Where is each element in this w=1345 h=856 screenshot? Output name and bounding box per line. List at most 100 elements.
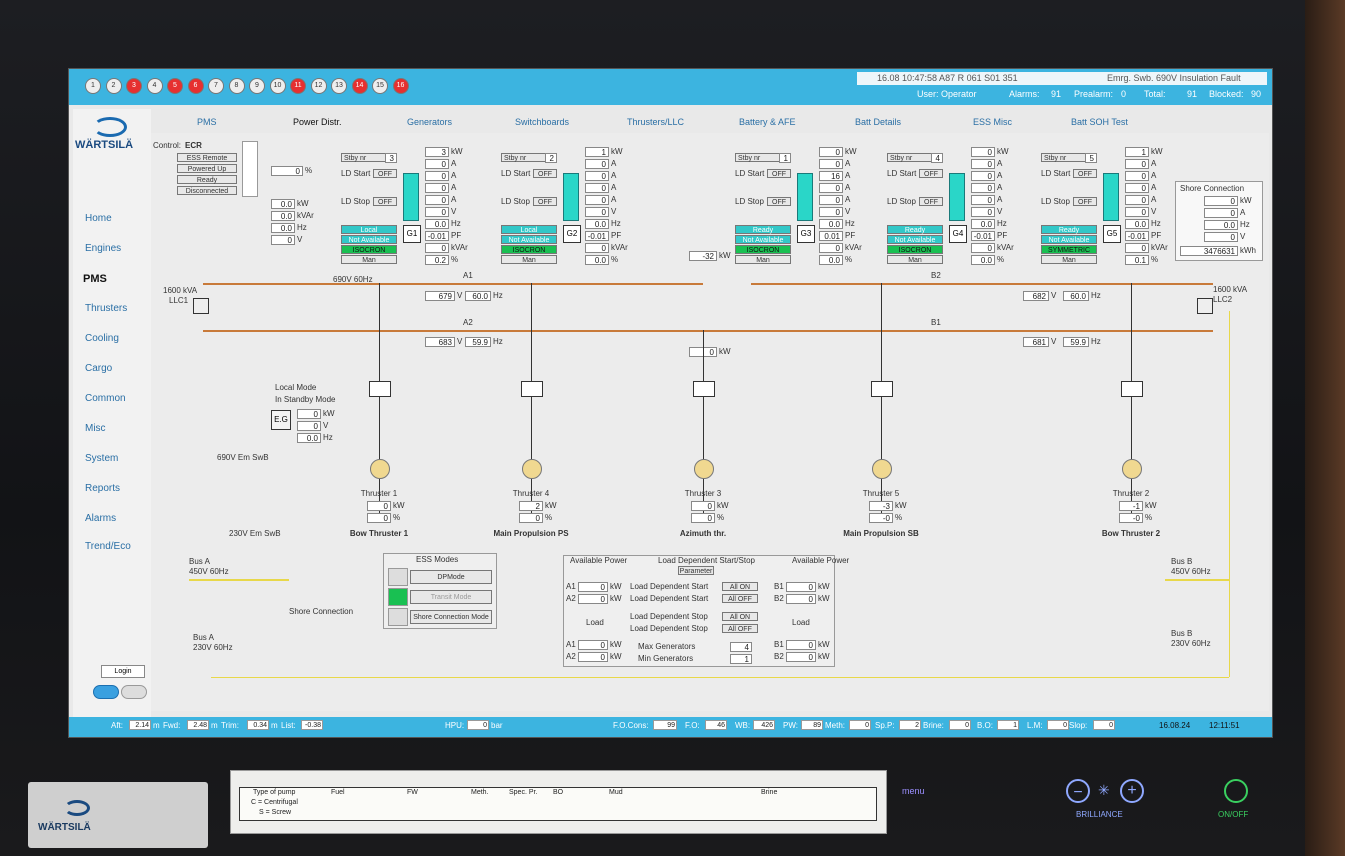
sidebar-item-thrusters[interactable]: Thrusters xyxy=(85,303,127,314)
brilliance-plus-icon[interactable]: + xyxy=(1120,779,1144,803)
standby-number[interactable]: 1 xyxy=(779,153,791,163)
alarm-group-11[interactable]: 11 xyxy=(290,78,306,94)
standby-number[interactable]: 4 xyxy=(931,153,943,163)
standby-number[interactable]: 3 xyxy=(385,153,397,163)
sidebar-item-common[interactable]: Common xyxy=(85,393,126,404)
alarm-group-16[interactable]: 16 xyxy=(392,78,409,94)
ld-stop-toggle[interactable]: OFF xyxy=(1073,197,1097,206)
alarm-group-14[interactable]: 14 xyxy=(351,78,368,94)
alarm-message[interactable]: 16.08 10:47:58 A87 R 061 S01 351 Emrg. S… xyxy=(857,72,1267,85)
tab-powerdistr[interactable]: Power Distr. xyxy=(293,117,342,127)
tab-battsohtest[interactable]: Batt SOH Test xyxy=(1071,117,1128,127)
thruster-3-propeller-icon[interactable] xyxy=(694,459,714,479)
alarm-group-12[interactable]: 12 xyxy=(310,78,327,94)
max-generators[interactable]: 4 xyxy=(730,642,752,652)
min-generators[interactable]: 1 xyxy=(730,654,752,664)
power-icon[interactable] xyxy=(1224,779,1248,803)
sidebar-item-home[interactable]: Home xyxy=(85,213,112,224)
menu-button[interactable]: menu xyxy=(902,786,925,796)
alarm-group-1[interactable]: 1 xyxy=(85,78,101,94)
manual-mode-button[interactable]: Man xyxy=(341,255,397,264)
engine-g5-icon[interactable] xyxy=(1103,173,1119,221)
llc1-icon[interactable] xyxy=(193,298,209,314)
control-mode-2[interactable]: Ready xyxy=(177,175,237,184)
sidebar-item-reports[interactable]: Reports xyxy=(85,483,120,494)
ld-start-all-off[interactable]: All OFF xyxy=(722,594,758,603)
sidebar-item-cooling[interactable]: Cooling xyxy=(85,333,119,344)
sidebar-item-engines[interactable]: Engines xyxy=(85,243,121,254)
alarm-group-7[interactable]: 7 xyxy=(208,78,224,94)
ld-start-toggle[interactable]: OFF xyxy=(533,169,557,178)
alarm-group-8[interactable]: 8 xyxy=(228,78,245,94)
manual-mode-button[interactable]: Man xyxy=(1041,255,1097,264)
alarm-group-10[interactable]: 10 xyxy=(269,78,286,94)
alarm-group-15[interactable]: 15 xyxy=(372,78,388,94)
alarm-group-5[interactable]: 5 xyxy=(167,78,183,94)
sidebar-item-alarms[interactable]: Alarms xyxy=(85,513,116,524)
sidebar-item-cargo[interactable]: Cargo xyxy=(85,363,112,374)
manual-mode-button[interactable]: Man xyxy=(887,255,943,264)
ld-stop-toggle[interactable]: OFF xyxy=(767,197,791,206)
tab-pms[interactable]: PMS xyxy=(197,117,217,127)
ld-start-toggle[interactable]: OFF xyxy=(373,169,397,178)
thruster-1-transformer-icon[interactable] xyxy=(369,381,391,397)
alarm-group-2[interactable]: 2 xyxy=(105,78,122,94)
tab-essmisc[interactable]: ESS Misc xyxy=(973,117,1012,127)
governor-mode[interactable]: ISOCRON xyxy=(735,245,791,254)
engine-g2-icon[interactable] xyxy=(563,173,579,221)
dp-mode-button[interactable]: DPMode xyxy=(410,570,492,584)
engine-g3-icon[interactable] xyxy=(797,173,813,221)
eg-standby-mode[interactable]: In Standby Mode xyxy=(275,395,335,404)
emergency-generator-icon[interactable]: E.G xyxy=(271,410,291,430)
generator-g5-icon[interactable]: G5 xyxy=(1103,225,1121,243)
alarm-group-6[interactable]: 6 xyxy=(187,78,204,94)
thruster-3-transformer-icon[interactable] xyxy=(693,381,715,397)
transit-mode-button[interactable]: Transit Mode xyxy=(410,590,492,604)
engine-g4-icon[interactable] xyxy=(949,173,965,221)
governor-mode[interactable]: ISOCRON xyxy=(341,245,397,254)
standby-number[interactable]: 5 xyxy=(1085,153,1097,163)
ld-stop-all-off[interactable]: All OFF xyxy=(722,624,758,633)
tab-batteryafe[interactable]: Battery & AFE xyxy=(739,117,796,127)
ld-start-all-on[interactable]: All ON xyxy=(722,582,758,591)
ld-stop-toggle[interactable]: OFF xyxy=(533,197,557,206)
alarm-group-4[interactable]: 4 xyxy=(146,78,163,94)
generator-g2-icon[interactable]: G2 xyxy=(563,225,581,243)
ld-stop-all-on[interactable]: All ON xyxy=(722,612,758,621)
control-mode-0[interactable]: ESS Remote xyxy=(177,153,237,162)
brilliance-minus-icon[interactable]: − xyxy=(1066,779,1090,803)
sidebar-item-pms[interactable]: PMS xyxy=(83,273,107,285)
thruster-5-propeller-icon[interactable] xyxy=(1122,459,1142,479)
tab-battdetails[interactable]: Batt Details xyxy=(855,117,901,127)
sidebar-item-trendeco[interactable]: Trend/Eco xyxy=(85,541,131,552)
shore-connection-mode-button[interactable]: Shore Connection Mode xyxy=(410,610,492,624)
governor-mode[interactable]: ISOCRON xyxy=(501,245,557,254)
parameter-button[interactable]: Parameter xyxy=(678,566,714,575)
sidebar-item-system[interactable]: System xyxy=(85,453,118,464)
thruster-4-transformer-icon[interactable] xyxy=(871,381,893,397)
tab-switchboards[interactable]: Switchboards xyxy=(515,117,569,127)
governor-mode[interactable]: SYMMETRIC xyxy=(1041,245,1097,254)
back-arrow-icon[interactable] xyxy=(93,685,119,699)
thruster-5-transformer-icon[interactable] xyxy=(1121,381,1143,397)
control-mode-3[interactable]: Disconnected xyxy=(177,186,237,195)
alarm-group-3[interactable]: 3 xyxy=(126,78,142,94)
ld-start-toggle[interactable]: OFF xyxy=(767,169,791,178)
control-mode-1[interactable]: Powered Up xyxy=(177,164,237,173)
generator-g1-icon[interactable]: G1 xyxy=(403,225,421,243)
thruster-1-propeller-icon[interactable] xyxy=(370,459,390,479)
sidebar-item-misc[interactable]: Misc xyxy=(85,423,106,434)
generator-g3-icon[interactable]: G3 xyxy=(797,225,815,243)
tab-generators[interactable]: Generators xyxy=(407,117,452,127)
ld-start-toggle[interactable]: OFF xyxy=(1073,169,1097,178)
alarm-group-9[interactable]: 9 xyxy=(249,78,265,94)
generator-g4-icon[interactable]: G4 xyxy=(949,225,967,243)
manual-mode-button[interactable]: Man xyxy=(501,255,557,264)
forward-arrow-icon[interactable] xyxy=(121,685,147,699)
engine-g1-icon[interactable] xyxy=(403,173,419,221)
llc2-icon[interactable] xyxy=(1197,298,1213,314)
thruster-2-transformer-icon[interactable] xyxy=(521,381,543,397)
tab-thrustersllc[interactable]: Thrusters/LLC xyxy=(627,117,684,127)
standby-number[interactable]: 2 xyxy=(545,153,557,163)
governor-mode[interactable]: ISOCRON xyxy=(887,245,943,254)
